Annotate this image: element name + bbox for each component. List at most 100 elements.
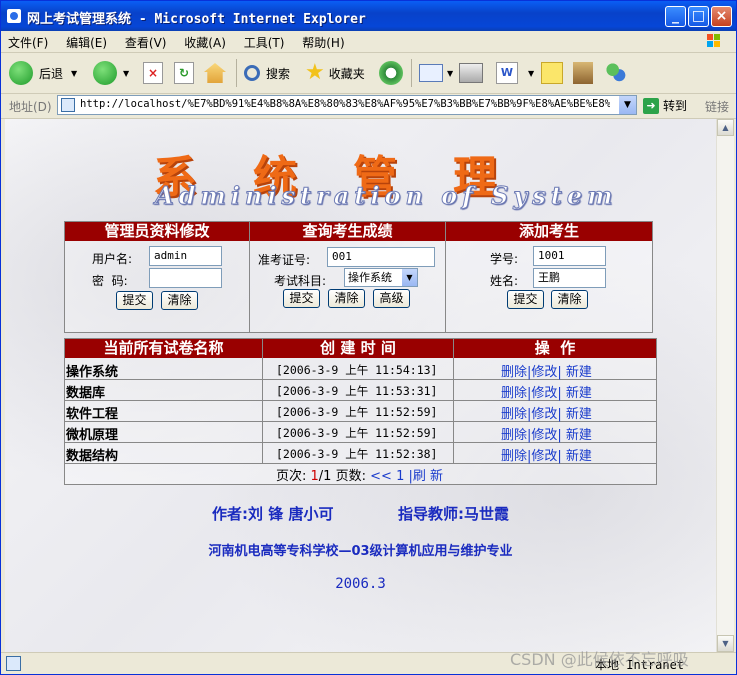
subject-selected: 操作系统 [348, 271, 392, 284]
close-button[interactable]: × [711, 6, 732, 27]
page-status-icon [6, 656, 21, 671]
score-submit-button[interactable]: 提交 [283, 289, 320, 308]
links-button[interactable]: 链接 [705, 98, 729, 115]
mail-button[interactable]: ▼ [419, 59, 453, 87]
forward-button[interactable]: ▼ [93, 59, 129, 87]
maximize-button[interactable]: □ [688, 6, 709, 27]
paper-time: [2006-3-9 上午 11:52:38] [276, 447, 438, 461]
menu-edit[interactable]: 编辑(E) [59, 31, 114, 54]
toolbar: 后退 ▼ ▼ × ↻ 搜索 ★ 收藏夹 ▼ W ▼ [1, 53, 736, 94]
research-icon [573, 62, 593, 84]
address-label: 地址(D) [9, 100, 52, 114]
teacher: 指导教师:马世霞 [397, 505, 509, 523]
menu-help[interactable]: 帮助(H) [295, 31, 351, 54]
refresh-link[interactable]: |刷 新 [408, 469, 443, 484]
back-button[interactable]: 后退 ▼ [9, 59, 77, 87]
go-label: 转到 [663, 99, 688, 113]
research-button[interactable] [573, 59, 593, 87]
minimize-button[interactable]: _ [665, 6, 686, 27]
current-page: 1 [310, 469, 319, 484]
print-button[interactable] [459, 59, 483, 87]
password-input[interactable] [149, 268, 222, 288]
ticket-label: 准考证号: [258, 253, 311, 267]
pages-label: 页数: [335, 469, 366, 484]
paper-name: 微机原理 [66, 428, 119, 443]
forward-arrow-icon [93, 61, 117, 85]
address-bar: 地址(D) http://localhost/%E7%BD%91%E4%B8%8… [1, 94, 736, 119]
history-icon [379, 61, 403, 85]
back-label: 后退 [39, 66, 64, 81]
admin-panel-title: 管理员资料修改 [65, 222, 249, 241]
title-bar[interactable]: 网上考试管理系统 - Microsoft Internet Explorer _… [1, 1, 736, 31]
discuss-button[interactable] [541, 59, 563, 87]
refresh-button[interactable]: ↻ [174, 59, 194, 87]
stop-icon: × [143, 62, 163, 84]
note-icon [541, 62, 563, 84]
col-header-name: 当前所有试卷名称 [65, 339, 262, 358]
window-title: 网上考试管理系统 - Microsoft Internet Explorer [27, 12, 366, 27]
date: 2006.3 [335, 576, 386, 592]
system-logo: 系统管理 Administration of System [153, 141, 613, 211]
paper-actions[interactable]: 删除|修改| 新建 [501, 361, 592, 380]
ie-page-icon [7, 9, 21, 23]
stop-button[interactable]: × [143, 59, 163, 87]
history-button[interactable] [379, 59, 403, 87]
add-submit-button[interactable]: 提交 [507, 290, 544, 309]
author: 作者:刘 锋 唐小可 [212, 505, 334, 523]
paper-actions[interactable]: 删除|修改| 新建 [501, 424, 592, 443]
username-input[interactable]: admin [149, 246, 222, 266]
address-input[interactable]: http://localhost/%E7%BD%91%E4%B8%8A%E8%8… [57, 95, 637, 115]
admin-clear-button[interactable]: 清除 [161, 291, 198, 310]
scroll-up-icon[interactable]: ▲ [717, 119, 734, 136]
refresh-icon: ↻ [174, 62, 194, 84]
mail-icon [419, 64, 443, 82]
messenger-icon [605, 62, 627, 84]
paper-name: 操作系统 [66, 365, 119, 380]
menu-view[interactable]: 查看(V) [118, 31, 174, 54]
vertical-scrollbar[interactable]: ▲ ▼ [716, 119, 734, 652]
menu-file[interactable]: 文件(F) [1, 31, 55, 54]
printer-icon [459, 63, 483, 83]
paper-time: [2006-3-9 上午 11:52:59] [276, 426, 438, 440]
col-header-ops: 操 作 [454, 339, 656, 358]
table-row: 微机原理 [2006-3-9 上午 11:52:59] 删除|修改| 新建 [64, 422, 655, 443]
messenger-button[interactable] [605, 59, 627, 87]
student-id-input[interactable]: 1001 [533, 246, 606, 266]
prev-page-link[interactable]: << [370, 469, 392, 484]
subject-label: 考试科目: [274, 274, 327, 288]
menu-favorites[interactable]: 收藏(A) [177, 31, 233, 54]
chevron-down-icon[interactable]: ▼ [402, 269, 417, 286]
subject-select[interactable]: 操作系统 ▼ [344, 268, 418, 287]
admin-submit-button[interactable]: 提交 [116, 291, 153, 310]
add-clear-button[interactable]: 清除 [551, 290, 588, 309]
edit-button[interactable]: W ▼ [496, 59, 534, 87]
table-row: 数据结构 [2006-3-9 上午 11:52:38] 删除|修改| 新建 [64, 443, 655, 464]
score-clear-button[interactable]: 清除 [328, 289, 365, 308]
search-button[interactable]: 搜索 [244, 59, 290, 87]
browser-window: 网上考试管理系统 - Microsoft Internet Explorer _… [0, 0, 737, 675]
favorites-label: 收藏夹 [328, 66, 365, 81]
student-name-input[interactable]: 王鹏 [533, 268, 606, 288]
go-button[interactable]: ➜ 转到 [643, 97, 687, 114]
school: 河南机电高等专科学校—03级计算机应用与维护专业 [208, 544, 513, 559]
scroll-down-icon[interactable]: ▼ [717, 635, 734, 652]
go-arrow-icon: ➜ [643, 97, 659, 114]
score-panel-title: 查询考生成绩 [250, 222, 445, 241]
star-icon: ★ [305, 60, 325, 85]
col-header-time: 创 建 时 间 [263, 339, 453, 358]
paper-actions[interactable]: 删除|修改| 新建 [501, 403, 592, 422]
chevron-down-icon[interactable]: ▼ [619, 96, 636, 114]
paper-time: [2006-3-9 上午 11:54:13] [276, 363, 438, 377]
address-url[interactable]: http://localhost/%E7%BD%91%E4%B8%8A%E8%8… [80, 98, 610, 110]
page-number-link[interactable]: 1 [396, 469, 404, 484]
paper-name: 数据结构 [66, 449, 119, 464]
toolbar-separator [411, 59, 412, 87]
paper-actions[interactable]: 删除|修改| 新建 [501, 445, 592, 464]
menu-tools[interactable]: 工具(T) [237, 31, 292, 54]
table-row: 操作系统 [2006-3-9 上午 11:54:13] 删除|修改| 新建 [64, 359, 655, 380]
ticket-input[interactable]: 001 [327, 247, 435, 267]
advanced-button[interactable]: 高级 [373, 289, 410, 308]
favorites-button[interactable]: ★ 收藏夹 [305, 59, 365, 87]
home-button[interactable] [204, 59, 226, 87]
paper-actions[interactable]: 删除|修改| 新建 [501, 382, 592, 401]
